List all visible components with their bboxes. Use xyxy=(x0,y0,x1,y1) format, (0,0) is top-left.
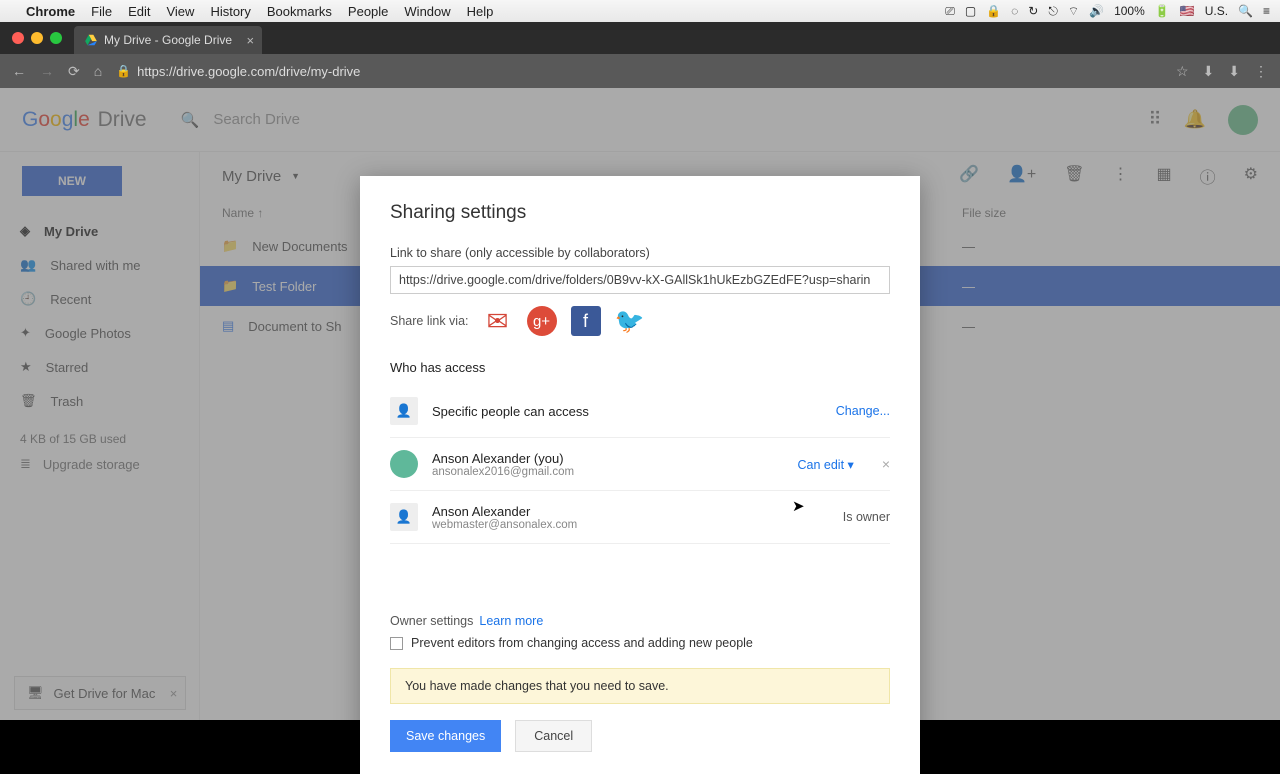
flag-icon[interactable]: 🇺🇸 xyxy=(1180,4,1195,18)
drive-favicon-icon xyxy=(84,33,98,47)
download-icon-2[interactable]: ⬇ xyxy=(1228,63,1240,80)
volume-icon[interactable]: 🔊 xyxy=(1089,4,1104,18)
minimize-window-button[interactable] xyxy=(31,32,43,44)
timemachine-icon[interactable]: ↻ xyxy=(1028,4,1038,18)
avatar-icon xyxy=(390,450,418,478)
change-visibility-link[interactable]: Change... xyxy=(836,404,890,418)
menu-icon[interactable]: ≡ xyxy=(1263,4,1270,18)
url-text: https://drive.google.com/drive/my-drive xyxy=(137,64,360,79)
twitter-icon[interactable]: 🐦 xyxy=(615,306,645,336)
remove-person-icon[interactable]: × xyxy=(882,456,890,472)
person-icon: 👤 xyxy=(390,503,418,531)
menu-file[interactable]: File xyxy=(91,4,112,19)
macos-menubar: Chrome File Edit View History Bookmarks … xyxy=(0,0,1280,22)
browser-tab-strip: My Drive - Google Drive × xyxy=(0,22,1280,54)
dialog-title: Sharing settings xyxy=(390,202,890,224)
browser-tab[interactable]: My Drive - Google Drive × xyxy=(74,26,262,54)
airplay-icon[interactable]: ▢ xyxy=(965,4,976,18)
menu-history[interactable]: History xyxy=(210,4,250,19)
permission-dropdown[interactable]: Can edit ▾ xyxy=(798,457,854,472)
google-plus-icon[interactable]: g+ xyxy=(527,306,557,336)
unsaved-changes-banner: You have made changes that you need to s… xyxy=(390,668,890,704)
save-changes-button[interactable]: Save changes xyxy=(390,720,501,752)
menu-bookmarks[interactable]: Bookmarks xyxy=(267,4,332,19)
who-has-access-header: Who has access xyxy=(390,360,890,375)
battery-percent[interactable]: 100% xyxy=(1114,4,1145,18)
share-link-input[interactable] xyxy=(390,266,890,294)
cancel-button[interactable]: Cancel xyxy=(515,720,592,752)
locale-label: U.S. xyxy=(1205,4,1228,18)
tab-title: My Drive - Google Drive xyxy=(104,33,232,47)
sharing-settings-dialog: Sharing settings Link to share (only acc… xyxy=(360,176,920,774)
menu-help[interactable]: Help xyxy=(467,4,494,19)
facebook-icon[interactable]: f xyxy=(571,306,601,336)
reload-button[interactable]: ⟳ xyxy=(68,63,80,80)
screencast-icon[interactable]: ⎚ xyxy=(945,4,955,19)
spotlight-icon[interactable]: 🔍 xyxy=(1238,4,1253,18)
tab-close-icon[interactable]: × xyxy=(246,33,254,48)
menu-edit[interactable]: Edit xyxy=(128,4,150,19)
battery-icon[interactable]: 🔋 xyxy=(1155,4,1170,18)
browser-toolbar: ← → ⟳ ⌂ 🔒 https://drive.google.com/drive… xyxy=(0,54,1280,88)
owner-label: Is owner xyxy=(843,510,890,524)
share-via-label: Share link via: xyxy=(390,314,469,328)
lock-icon: 🔒 xyxy=(116,64,131,78)
prevent-editors-label: Prevent editors from changing access and… xyxy=(411,636,753,650)
window-controls xyxy=(8,22,70,54)
download-icon[interactable]: ⬇ xyxy=(1203,63,1215,80)
access-row-owner: 👤 Anson Alexander webmaster@ansonalex.co… xyxy=(390,491,890,544)
learn-more-link[interactable]: Learn more xyxy=(479,614,543,628)
bluetooth-icon[interactable]: ⎋ xyxy=(1048,4,1058,19)
menu-people[interactable]: People xyxy=(348,4,388,19)
access-row-you: Anson Alexander (you) ansonalex2016@gmai… xyxy=(390,438,890,491)
drive-app: Google Drive 🔍 Search Drive ⠿ 🔔 NEW ◈My … xyxy=(0,88,1280,720)
wifi-icon[interactable]: ⌔ xyxy=(1068,4,1079,19)
browser-menu-icon[interactable]: ⋮ xyxy=(1254,63,1268,80)
access-row-visibility: 👤 Specific people can access Change... xyxy=(390,385,890,438)
people-icon: 👤 xyxy=(390,397,418,425)
prevent-editors-checkbox[interactable] xyxy=(390,637,403,650)
lock-icon[interactable]: 🔒 xyxy=(986,4,1001,18)
menu-view[interactable]: View xyxy=(166,4,194,19)
star-icon[interactable]: ☆ xyxy=(1176,63,1189,80)
home-button[interactable]: ⌂ xyxy=(94,63,102,79)
back-button[interactable]: ← xyxy=(12,63,26,79)
forward-button: → xyxy=(40,63,54,79)
address-bar[interactable]: 🔒 https://drive.google.com/drive/my-driv… xyxy=(116,64,1162,79)
menu-window[interactable]: Window xyxy=(404,4,450,19)
maximize-window-button[interactable] xyxy=(50,32,62,44)
close-window-button[interactable] xyxy=(12,32,24,44)
link-label: Link to share (only accessible by collab… xyxy=(390,246,890,260)
owner-settings-label: Owner settings xyxy=(390,614,473,628)
gmail-icon[interactable]: ✉ xyxy=(483,306,513,336)
app-name[interactable]: Chrome xyxy=(26,4,75,19)
sync-icon[interactable]: ◌ xyxy=(1011,4,1018,18)
